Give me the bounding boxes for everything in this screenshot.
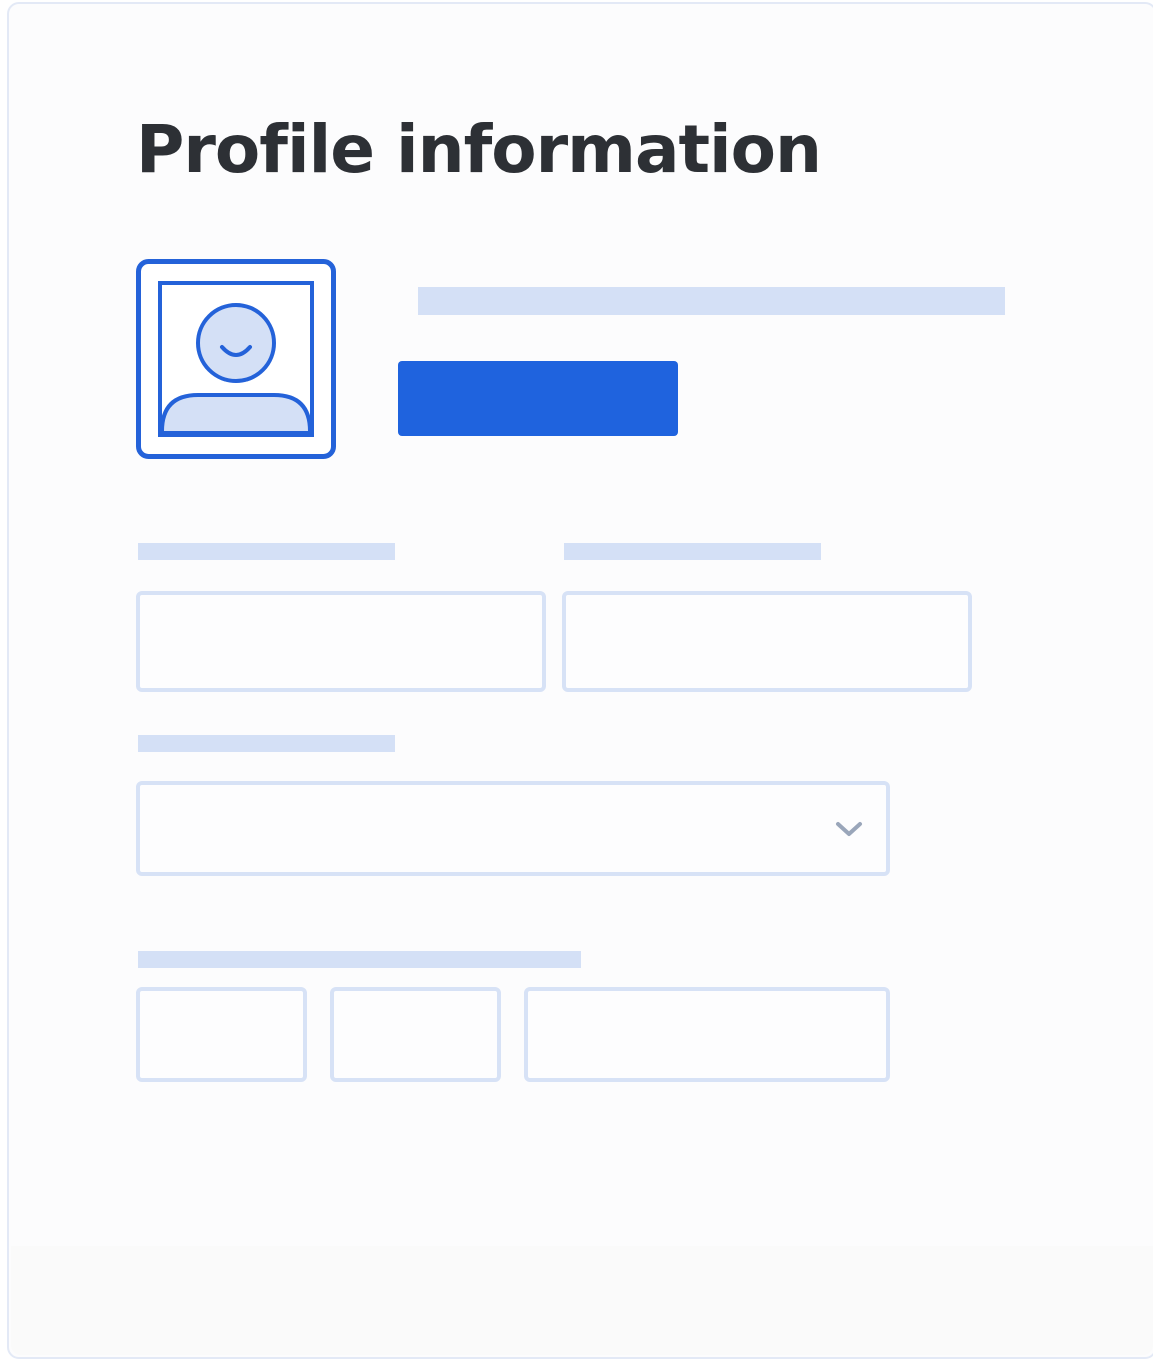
segment-field-1[interactable] xyxy=(136,987,307,1082)
segment-group-label-placeholder xyxy=(138,951,581,968)
second-field-label-placeholder xyxy=(564,543,821,560)
segment-field-3[interactable] xyxy=(524,987,890,1082)
second-text-field[interactable] xyxy=(562,591,972,692)
segment-field-2[interactable] xyxy=(330,987,501,1082)
first-text-field[interactable] xyxy=(136,591,546,692)
user-avatar-icon xyxy=(136,259,336,459)
dropdown-select[interactable] xyxy=(136,781,890,876)
profile-name-placeholder-bar xyxy=(418,287,1005,315)
avatar[interactable] xyxy=(136,259,336,459)
upload-photo-button[interactable] xyxy=(398,361,678,436)
select-field-label-placeholder xyxy=(138,735,395,752)
page-title: Profile information xyxy=(136,111,822,188)
first-field-label-placeholder xyxy=(138,543,395,560)
card-footer-band xyxy=(11,1246,1153,1355)
